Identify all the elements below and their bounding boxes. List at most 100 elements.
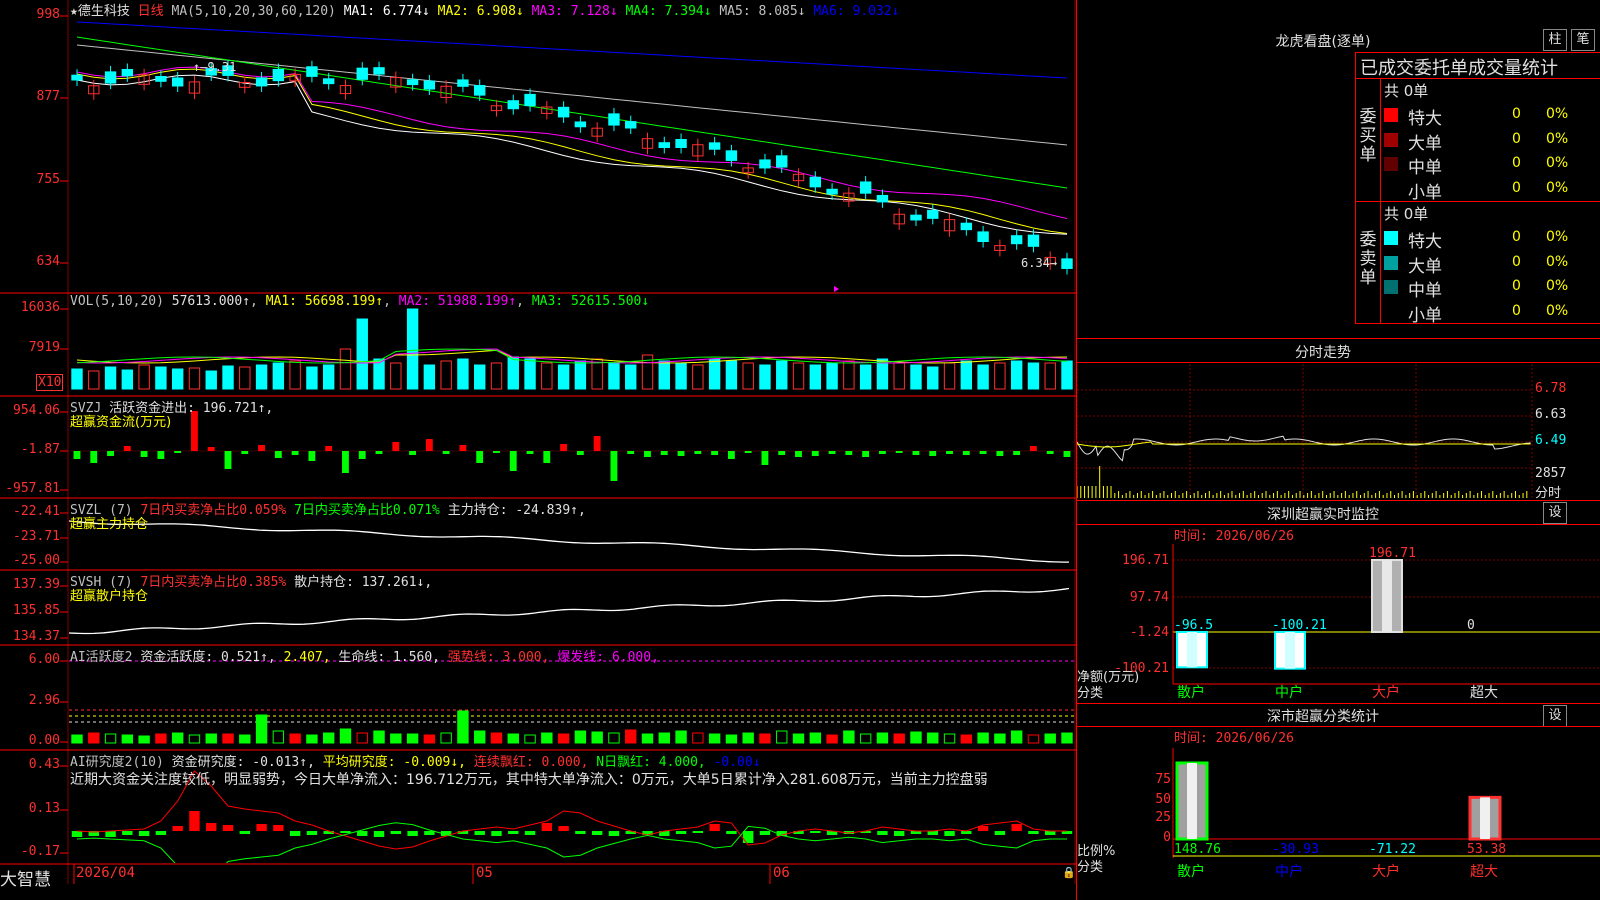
longhu-title: 龙虎看盘(逐单) xyxy=(1275,34,1371,50)
lock-icon[interactable]: 🔒 xyxy=(1062,866,1076,879)
ma-line xyxy=(76,66,1068,219)
fund-flow-bar xyxy=(744,451,752,453)
activity-bar xyxy=(255,714,268,744)
period-label[interactable]: 日线 xyxy=(138,4,164,19)
fund-flow-bar xyxy=(140,451,148,457)
research-bar xyxy=(726,831,737,834)
activity-bar xyxy=(591,731,603,744)
volume-bar xyxy=(440,360,452,390)
tick-view-button[interactable]: 笔 xyxy=(1571,29,1595,51)
volume-bar xyxy=(205,370,217,390)
y-tick: 0.13 xyxy=(28,801,60,816)
monitor-value: -96.5 xyxy=(1174,618,1213,633)
fund-flow-bar xyxy=(1046,451,1054,454)
ai-active-p4: 强势线: 3.000, xyxy=(447,650,550,665)
volume-bar xyxy=(809,364,822,390)
research-bar xyxy=(894,831,905,836)
activity-bar xyxy=(994,733,1006,744)
chart-area[interactable]: 998 877 755 634 16036 7919 X10 954.06 -1… xyxy=(0,0,1076,900)
monitor-bar-chart[interactable]: 196.7197.74-1.24-100.21-96.5散户-100.21中户1… xyxy=(1077,544,1600,700)
y-tick: 134.37 xyxy=(13,629,60,644)
ai-research-comment: 近期大资金关注度较低，明显弱势，今日大单净流入：196.712万元，其中特大单净… xyxy=(70,772,988,788)
ai-research-p5: -0.00↓ xyxy=(713,755,761,770)
fund-flow-bar xyxy=(73,451,81,459)
volume-bar xyxy=(155,366,167,390)
main-title-bar: ★德生科技 日线 MA(5,10,20,30,60,120) MA1: 6.77… xyxy=(70,0,899,19)
fund-flow-bar xyxy=(90,451,98,463)
star-icon[interactable]: ★ xyxy=(70,4,78,19)
activity-bar xyxy=(692,732,704,744)
volume-bar xyxy=(390,362,402,390)
stats-bar-chart[interactable]: 75 50 25 0148.76 散户 -30.93 中户 -71.22 大户 53.38 超大 xyxy=(1077,748,1600,900)
fund-flow-bar xyxy=(1029,446,1037,451)
stats-settings-button[interactable]: 设 xyxy=(1543,705,1567,727)
y-tick: 7919 xyxy=(28,340,60,355)
high-price-marker: ↑—9.31 xyxy=(193,60,237,74)
candle xyxy=(876,194,889,203)
stats-time: 时间: 2026/06/26 xyxy=(1174,731,1294,746)
activity-bar xyxy=(524,734,536,744)
candle xyxy=(155,75,167,82)
activity-bar xyxy=(71,734,83,744)
intraday-y-tick: 6.78 xyxy=(1535,381,1567,396)
order-pct: 0% xyxy=(1546,302,1569,319)
ai-active-p3: 生命线: 1.560, xyxy=(338,650,441,665)
volume-chart[interactable] xyxy=(69,294,1075,395)
monitor-bar-highlight xyxy=(1187,632,1197,668)
candle xyxy=(725,150,738,161)
candle xyxy=(960,222,973,231)
activity-bar xyxy=(625,729,637,744)
volume-bar xyxy=(222,365,234,390)
activity-bar xyxy=(222,733,234,744)
volume-bar xyxy=(759,364,771,390)
order-type: 特大 xyxy=(1408,109,1442,129)
ma-params: MA(5,10,20,30,60,120) xyxy=(171,4,336,19)
activity-bar xyxy=(876,732,889,744)
holding-line xyxy=(69,520,1069,563)
monitor-title: 深圳超赢实时监控 xyxy=(1267,507,1379,523)
intraday-title: 分时走势 xyxy=(1295,345,1351,361)
fund-flow-bar xyxy=(946,451,953,454)
research-bar xyxy=(508,831,519,834)
y-tick: -23.71 xyxy=(13,529,60,544)
intraday-vol-unit: 分时 xyxy=(1535,486,1562,501)
volume-bar xyxy=(1027,362,1040,390)
research-bar xyxy=(239,831,250,834)
svzl-p2: 7日内买卖净占比0.071% xyxy=(294,503,440,518)
fund-flow-bar xyxy=(526,451,534,454)
monitor-bar-highlight xyxy=(1285,632,1295,669)
volume-bar xyxy=(272,362,285,390)
research-bar xyxy=(256,824,267,831)
stats-category: 中户 xyxy=(1275,863,1303,880)
volume-bar xyxy=(994,362,1006,390)
volume-bar xyxy=(792,362,805,390)
candle xyxy=(977,231,989,243)
y-tick: 877 xyxy=(36,89,60,104)
activity-bar xyxy=(977,732,989,744)
svzl-subtitle: 超赢主力持仓 xyxy=(70,517,149,532)
order-row: 小单 0 0% xyxy=(1384,178,1600,203)
research-bar xyxy=(541,823,553,831)
monitor-settings-button[interactable]: 设 xyxy=(1543,502,1567,524)
intraday-y-tick: 6.63 xyxy=(1535,407,1567,422)
order-row: 大单 0 0% xyxy=(1384,129,1600,154)
y-tick: -1.87 xyxy=(20,442,60,457)
research-bar xyxy=(138,831,150,836)
ma4-value: MA4: 7.394↓ xyxy=(625,4,712,19)
ai-research-p1: 资金研究度: -0.013↑, xyxy=(171,755,315,770)
research-bar xyxy=(877,831,888,835)
stock-name[interactable]: 德生科技 xyxy=(78,4,130,19)
candlestick-chart[interactable] xyxy=(69,0,1075,292)
column-view-button[interactable]: 柱 xyxy=(1543,29,1567,51)
order-type: 大单 xyxy=(1408,256,1442,277)
fund-flow-bar xyxy=(878,451,886,454)
candle xyxy=(1010,235,1023,245)
order-stats-header: 已成交委托单成交量统计 xyxy=(1360,58,1558,79)
stats-value: 148.76 xyxy=(1174,842,1221,857)
intraday-chart[interactable] xyxy=(1077,364,1533,499)
volume-bar xyxy=(625,364,637,390)
volume-bar xyxy=(239,366,251,390)
price-line xyxy=(1077,435,1531,462)
ai-research-p4: N日飘红: 4.000, xyxy=(596,755,706,770)
research-bar xyxy=(558,826,569,831)
